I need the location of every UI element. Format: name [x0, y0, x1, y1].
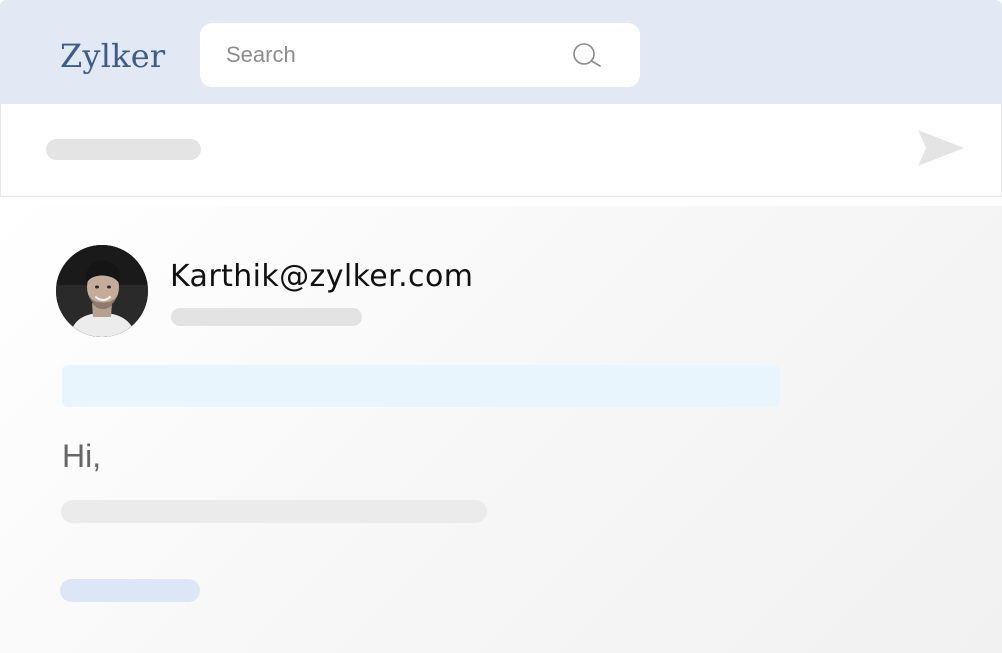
send-icon[interactable] — [916, 128, 966, 168]
compose-subject-bar — [0, 104, 1002, 197]
search-input[interactable] — [226, 37, 546, 73]
search-box[interactable] — [200, 23, 640, 87]
sender-meta-skeleton — [171, 308, 362, 326]
sender-avatar — [56, 245, 148, 337]
sender-email: Karthik@zylker.com — [170, 259, 474, 294]
signature-skeleton — [60, 579, 200, 602]
header-bar: Zylker — [0, 0, 1002, 104]
message-highlight-bar — [62, 365, 780, 407]
message-body-skeleton — [61, 500, 487, 523]
message-greeting: Hi, — [62, 438, 102, 474]
email-app-window: Zylker Karthik@zylker.com — [0, 0, 1002, 653]
subject-placeholder-skeleton — [46, 139, 201, 160]
zylker-logo: Zylker — [60, 37, 166, 75]
search-icon[interactable] — [572, 42, 604, 70]
person-photo-icon — [56, 245, 148, 337]
